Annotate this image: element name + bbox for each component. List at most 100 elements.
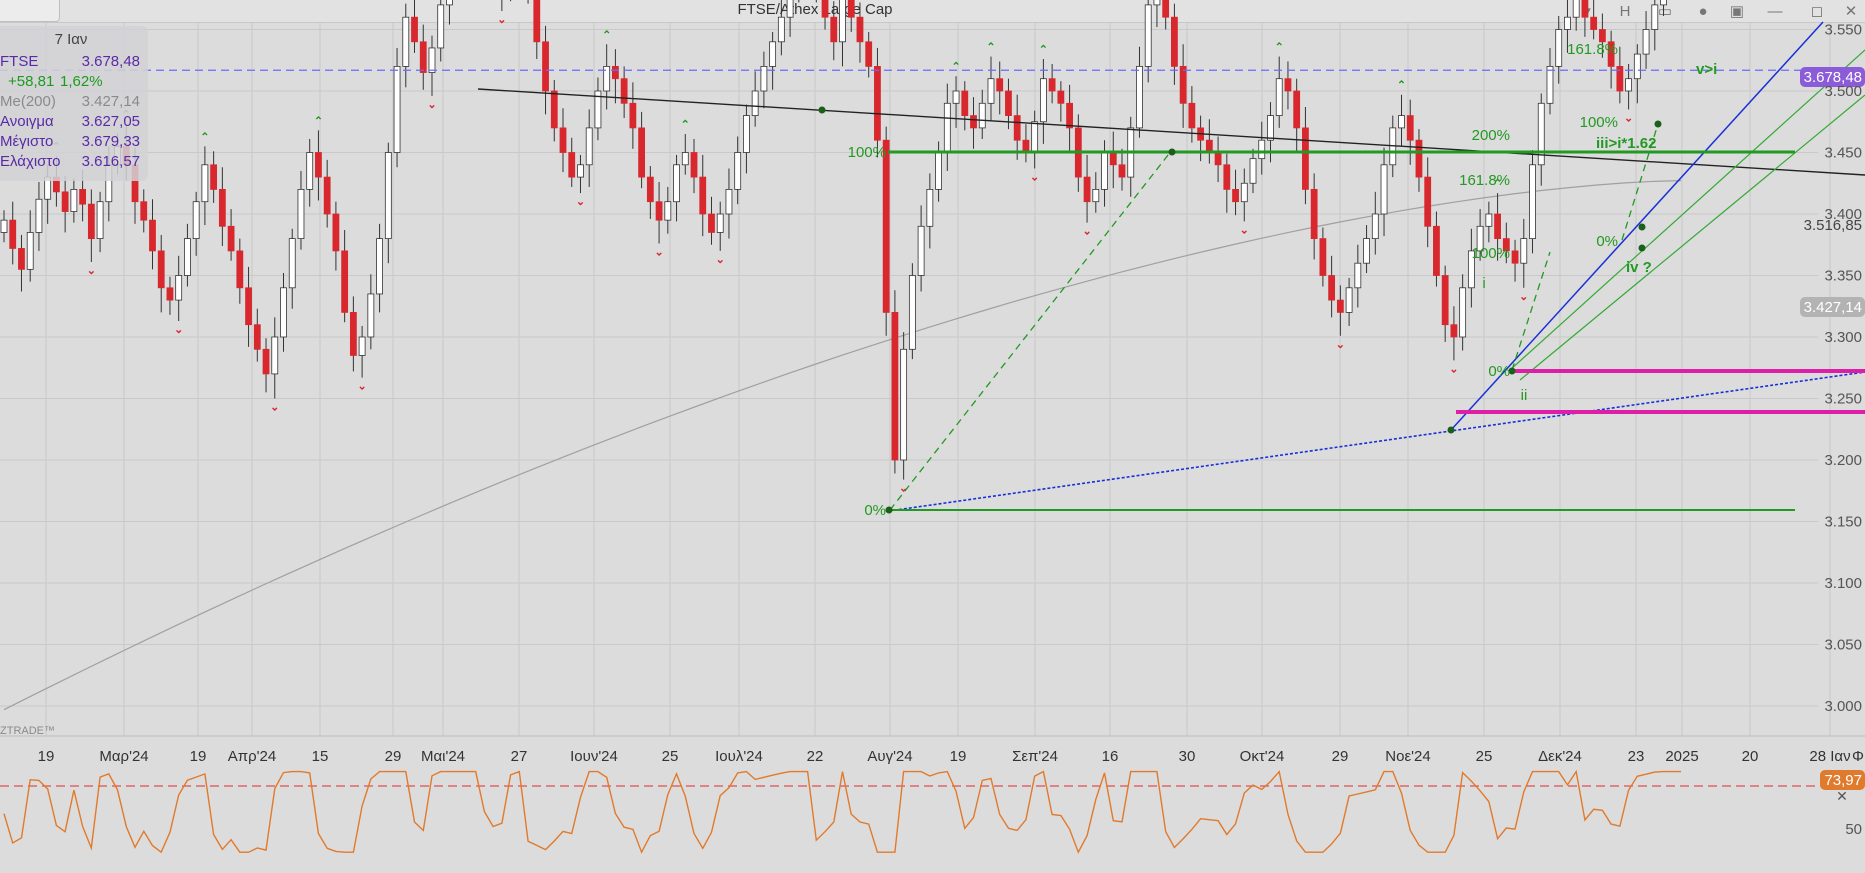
info-date: 7 Ιαν: [54, 31, 88, 48]
swing-low-marker: ⌄: [174, 324, 183, 336]
swing-low-marker: ⌄: [358, 381, 367, 393]
candle-body: [874, 66, 881, 141]
x-tick-label: Δεκ'24: [1538, 748, 1582, 765]
candle-body: [1293, 90, 1301, 129]
x-tick-label: Οκτ'24: [1240, 748, 1285, 765]
anchor-point: [818, 106, 826, 114]
candle-body: [1179, 66, 1187, 104]
candle-body: [1660, 0, 1667, 6]
candle-body: [393, 66, 401, 153]
candle-body: [856, 16, 864, 43]
candle-body: [419, 41, 427, 73]
candle-body: [1363, 238, 1370, 264]
fib-label: 100%: [1472, 245, 1510, 262]
ma200-line: [3, 180, 1682, 711]
candle-body: [629, 102, 637, 129]
drawing-overlays: 100%0%200%161.8%100%0%161.8%100%0%iiiiii…: [0, 21, 1865, 519]
candle-body: [1214, 152, 1222, 166]
candle-body: [1267, 115, 1274, 141]
candle-body: [26, 232, 34, 270]
candle-body: [1240, 182, 1248, 203]
candle-body: [743, 115, 750, 153]
swing-low-marker: ⌄: [1624, 112, 1633, 124]
x-tick-label: 2025: [1665, 748, 1698, 765]
x-tick-label: 16: [1102, 748, 1119, 765]
green-channel-line-1: [1509, 49, 1865, 371]
candle-body: [245, 287, 252, 326]
candle-body: [550, 90, 558, 129]
y-tick-label: 3.250: [1824, 391, 1862, 408]
info-ma-label: Me(200): [0, 93, 56, 110]
info-row-high: Μέγιστο 3.679,33: [0, 132, 140, 152]
candle-body: [716, 213, 724, 233]
x-tick-label: Μαρ'24: [99, 748, 148, 765]
x-tick-label: 19: [38, 748, 55, 765]
candle-body: [1380, 164, 1388, 215]
candle-body: [18, 248, 25, 270]
candle-body: [620, 78, 628, 104]
candle-body: [437, 4, 445, 49]
candle-body: [1057, 90, 1065, 104]
candle-body: [612, 66, 619, 80]
candle-body: [1328, 275, 1336, 301]
candle-body: [384, 152, 392, 239]
candle-body: [1039, 78, 1047, 123]
swing-high-marker: ⌃: [986, 42, 995, 54]
candle-body: [935, 152, 942, 190]
swing-high-marker: ⌃: [314, 115, 323, 127]
candle-body: [149, 219, 156, 252]
swing-low-marker: ⌄: [270, 402, 279, 414]
candle-body: [646, 176, 654, 203]
candle-body: [175, 275, 183, 301]
candle-body: [166, 287, 174, 301]
fib-label: 200%: [1472, 127, 1510, 144]
swing-high-marker: ⌃: [1275, 42, 1284, 54]
candle-body: [1441, 275, 1449, 326]
candle-body: [1336, 299, 1344, 313]
candle-body: [1572, 0, 1580, 18]
swing-low-marker: ⌄: [1519, 291, 1528, 303]
candle-body: [358, 336, 366, 356]
swing-low-marker: ⌄: [1082, 226, 1091, 238]
candle-body: [184, 238, 191, 276]
candle-body: [1249, 158, 1257, 184]
candle-body: [699, 176, 707, 215]
candle-body: [821, 0, 829, 18]
info-low-label: Ελάχιστο: [0, 153, 61, 170]
candle-body: [708, 213, 715, 233]
swing-low-marker: ⌄: [497, 14, 506, 26]
candle-body: [192, 201, 200, 239]
x-tick-label: Φ: [1852, 748, 1864, 765]
candle-body: [1162, 0, 1170, 18]
x-tick-label: 25: [662, 748, 679, 765]
wave-label: iv ?: [1626, 259, 1652, 276]
swing-low-marker: ⌄: [576, 196, 585, 208]
anchor-point: [1638, 223, 1646, 231]
candle-body: [1319, 238, 1327, 276]
price-chart[interactable]: ⌃⌄⌃⌄⌃⌄⌃⌄⌄⌃⌄⌄⌃⌄⌃⌄⌃⌄⌃⌃⌄⌃⌄⌃⌄⌃⌄⌃⌄⌃⌄⌃⌄ 100%0%…: [0, 0, 1865, 873]
candle-body: [970, 115, 977, 129]
candle-body: [1633, 53, 1641, 80]
anchor-point: [885, 506, 893, 514]
candle-body: [201, 164, 209, 203]
candle-body: [61, 191, 69, 212]
x-tick-label: 25: [1476, 748, 1493, 765]
info-row-symbol: FTSE 3.678,48: [0, 52, 140, 72]
candle-body: [1642, 29, 1650, 55]
fib-label: 100%: [848, 144, 886, 161]
candle-body: [1581, 0, 1589, 18]
candle-body: [1118, 164, 1126, 178]
candle-body: [1529, 164, 1536, 240]
candle-body: [271, 336, 279, 375]
candle-body: [253, 324, 261, 350]
fib-dashed-connector: [1511, 251, 1551, 371]
candle-body: [917, 225, 925, 276]
candle-body: [1511, 250, 1519, 264]
fib-label: 161.8%: [1459, 172, 1510, 189]
candle-body: [349, 311, 357, 356]
info-open: 3.627,05: [81, 113, 140, 130]
y-tick-label: 3.200: [1824, 452, 1862, 469]
swing-low-marker: ⌄: [1449, 363, 1458, 375]
candle-body: [1258, 139, 1266, 160]
candle-body: [1459, 287, 1467, 338]
